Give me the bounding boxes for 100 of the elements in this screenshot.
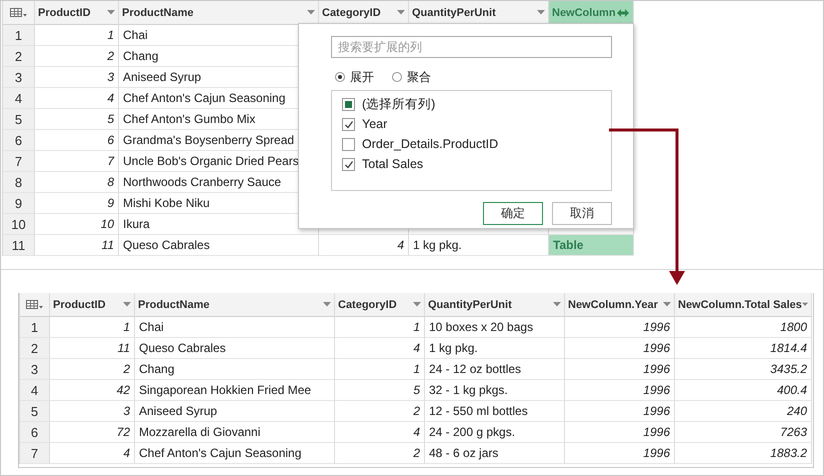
table-cell: 4: [335, 338, 425, 359]
column-label: Year: [362, 117, 388, 131]
table-cell: 400.4: [675, 380, 812, 401]
table-cell: 11: [35, 235, 119, 256]
row-number: 9: [3, 193, 35, 214]
radio-dot[interactable]: [335, 72, 345, 82]
checkbox[interactable]: [342, 138, 355, 150]
table-cell: 2: [35, 46, 119, 67]
table-cell: Chang: [135, 359, 335, 380]
row-number: 11: [3, 235, 35, 256]
expand-icon: [616, 8, 630, 18]
row-number: 6: [20, 422, 50, 443]
table-cell: Queso Cabrales: [135, 338, 335, 359]
table-cell: 12 - 550 ml bottles: [425, 401, 565, 422]
filter-caret-icon: [663, 302, 671, 307]
table-menu-icon: [26, 300, 44, 310]
row-number: 2: [3, 46, 35, 67]
filter-caret-icon: [802, 302, 808, 307]
table-cell: Mozzarella di Giovanni: [135, 422, 335, 443]
column-header[interactable]: CategoryID: [335, 293, 425, 317]
mode-radio[interactable]: 展开: [335, 68, 374, 86]
mode-radio[interactable]: 聚合: [392, 68, 431, 86]
table-cell: 3: [35, 67, 119, 88]
table-cell: 24 - 200 g pkgs.: [425, 422, 565, 443]
checkbox[interactable]: [342, 158, 355, 170]
row-number: 7: [20, 443, 50, 464]
column-header[interactable]: QuantityPerUnit: [425, 293, 565, 317]
table-cell: 10 boxes x 20 bags: [425, 317, 565, 338]
table-cell: 4: [50, 443, 135, 464]
table-cell: 1996: [565, 317, 675, 338]
column-header[interactable]: CategoryID: [319, 1, 409, 25]
table-cell: 2: [335, 401, 425, 422]
table-cell: 7263: [675, 422, 812, 443]
table-cell: 240: [675, 401, 812, 422]
column-header[interactable]: NewColumn.Total Sales: [675, 293, 812, 317]
table-cell: 1 kg pkg.: [425, 338, 565, 359]
row-number: 4: [3, 88, 35, 109]
table-cell: 9: [35, 193, 119, 214]
row-number: 1: [20, 317, 50, 338]
table-cell: 1996: [565, 338, 675, 359]
column-header[interactable]: NewColumn.Year: [565, 293, 675, 317]
table-cell: 1996: [565, 401, 675, 422]
table-cell: 4: [335, 422, 425, 443]
table-cell: 1996: [565, 380, 675, 401]
column-header[interactable]: ProductID: [50, 293, 135, 317]
table-cell: 5: [35, 109, 119, 130]
table-cell: 24 - 12 oz bottles: [425, 359, 565, 380]
radio-dot[interactable]: [392, 72, 402, 82]
table-cell: 1996: [565, 443, 675, 464]
table-cell: 3435.2: [675, 359, 812, 380]
table-cell: 1: [50, 317, 135, 338]
checkbox[interactable]: [342, 118, 355, 130]
table-cell: 6: [35, 130, 119, 151]
column-header[interactable]: ProductID: [35, 1, 119, 25]
table-cell: 10: [35, 214, 119, 235]
table-cell: Singaporean Hokkien Fried Mee: [135, 380, 335, 401]
row-number: 1: [3, 25, 35, 46]
check-icon: [344, 160, 354, 168]
filter-caret-icon: [537, 10, 545, 15]
ok-button[interactable]: 确定: [483, 202, 543, 225]
search-field[interactable]: 搜索要扩展的列: [331, 36, 612, 58]
filter-caret-icon: [397, 10, 405, 15]
filter-caret-icon: [323, 302, 331, 307]
table-cell: 4: [35, 88, 119, 109]
table-menu-icon: [10, 8, 28, 18]
table-cell: 11: [50, 338, 135, 359]
table-cell: 3: [50, 401, 135, 422]
table-cell: 1814.4: [675, 338, 812, 359]
table-cell: Chai: [135, 317, 335, 338]
filter-caret-icon: [307, 10, 315, 15]
row-number: 5: [3, 109, 35, 130]
table-cell: 2: [50, 359, 135, 380]
table-cell: Aniseed Syrup: [135, 401, 335, 422]
row-number: 3: [20, 359, 50, 380]
row-number: 2: [20, 338, 50, 359]
table-cell: 2: [335, 443, 425, 464]
table-cell: 1996: [565, 422, 675, 443]
check-icon: [344, 120, 354, 128]
column-label: Order_Details.ProductID: [362, 137, 498, 151]
table-cell: 1: [35, 25, 119, 46]
table-cell: 48 - 6 oz jars: [425, 443, 565, 464]
column-header[interactable]: ProductName: [135, 293, 335, 317]
row-number: 8: [3, 172, 35, 193]
table-cell: 1883.2: [675, 443, 812, 464]
column-header[interactable]: QuantityPerUnit: [409, 1, 549, 25]
row-number: 10: [3, 214, 35, 235]
column-label: Total Sales: [362, 157, 424, 171]
select-all-label: (选择所有列): [362, 96, 436, 112]
row-number: 5: [20, 401, 50, 422]
table-cell: 72: [50, 422, 135, 443]
table-cell: 32 - 1 kg pkgs.: [425, 380, 565, 401]
filter-caret-icon: [413, 302, 421, 307]
checkbox[interactable]: [342, 98, 355, 110]
cancel-button[interactable]: 取消: [552, 202, 612, 225]
table-cell: 1: [335, 359, 425, 380]
row-number: 3: [3, 67, 35, 88]
row-number: 4: [20, 380, 50, 401]
table-cell: 4: [319, 235, 409, 256]
column-header[interactable]: ProductName: [119, 1, 319, 25]
table-cell: Chef Anton's Cajun Seasoning: [135, 443, 335, 464]
